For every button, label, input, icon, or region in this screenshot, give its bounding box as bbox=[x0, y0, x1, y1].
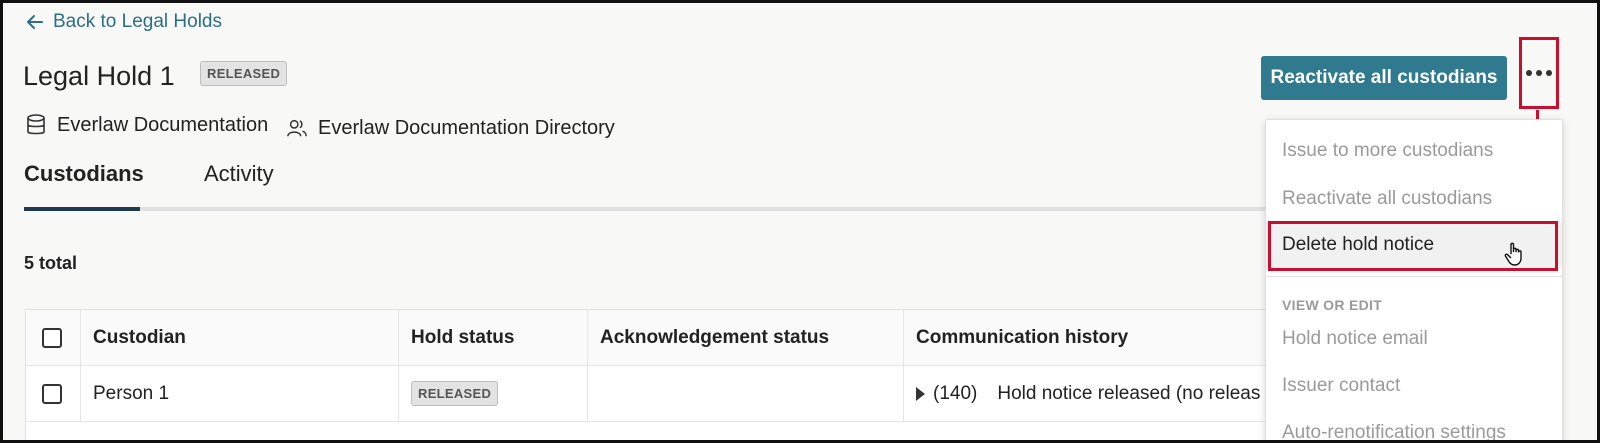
database-info: Everlaw Documentation bbox=[25, 113, 268, 137]
communication-count: (140) bbox=[933, 382, 978, 404]
status-badge: RELEASED bbox=[200, 61, 288, 86]
hold-status-cell: RELEASED bbox=[398, 366, 587, 421]
custodians-table: Custodian Hold status Acknowledgement st… bbox=[25, 309, 1285, 440]
column-header-acknowledgement-status[interactable]: Acknowledgement status bbox=[587, 310, 903, 365]
acknowledgement-status-cell bbox=[587, 366, 903, 421]
column-header-custodian[interactable]: Custodian bbox=[80, 310, 398, 365]
back-to-legal-holds-link[interactable]: Back to Legal Holds bbox=[25, 11, 222, 33]
row-checkbox-cell bbox=[26, 366, 80, 421]
row-checkbox[interactable] bbox=[42, 383, 62, 404]
reactivate-all-custodians-button[interactable]: Reactivate all custodians bbox=[1261, 56, 1507, 100]
arrow-left-icon bbox=[27, 15, 43, 29]
ellipsis-icon bbox=[1526, 70, 1552, 76]
tab-custodians[interactable]: Custodians bbox=[24, 161, 144, 187]
communication-text: Hold notice released (no releas bbox=[997, 382, 1261, 404]
column-header-hold-status[interactable]: Hold status bbox=[398, 310, 587, 365]
custodian-cell: Person 1 bbox=[80, 366, 398, 421]
menu-item-auto-renotification-settings[interactable]: Auto-renotification settings bbox=[1266, 410, 1562, 440]
menu-item-reactivate-all-custodians[interactable]: Reactivate all custodians bbox=[1266, 176, 1562, 222]
menu-section-title: VIEW OR EDIT bbox=[1282, 297, 1383, 313]
table-row: Person 1 RELEASED (140) Hold notice rele… bbox=[26, 366, 1284, 422]
menu-item-hold-notice-email[interactable]: Hold notice email bbox=[1266, 316, 1562, 362]
tab-activity[interactable]: Activity bbox=[204, 161, 274, 187]
tab-bar: Custodians Activity bbox=[24, 161, 1284, 211]
column-header-communication-history[interactable]: Communication history bbox=[903, 310, 1283, 365]
users-icon bbox=[287, 119, 307, 137]
table-header-row: Custodian Hold status Acknowledgement st… bbox=[26, 310, 1284, 366]
menu-divider bbox=[1266, 276, 1562, 277]
expand-caret-icon[interactable] bbox=[916, 386, 925, 401]
database-icon bbox=[27, 114, 45, 135]
more-actions-menu: Issue to more custodians Reactivate all … bbox=[1265, 119, 1563, 440]
hand-cursor-icon bbox=[1504, 242, 1522, 266]
select-all-checkbox[interactable] bbox=[42, 327, 62, 348]
header-checkbox-cell bbox=[26, 310, 80, 365]
back-link-label: Back to Legal Holds bbox=[53, 11, 222, 32]
page-title: Legal Hold 1 bbox=[23, 61, 175, 91]
menu-item-issuer-contact[interactable]: Issuer contact bbox=[1266, 363, 1562, 409]
more-actions-button[interactable] bbox=[1519, 37, 1559, 109]
directory-info: Everlaw Documentation Directory bbox=[286, 116, 615, 140]
database-label: Everlaw Documentation bbox=[57, 113, 269, 136]
communication-history-cell: (140) Hold notice released (no releas bbox=[903, 366, 1283, 421]
page-frame: Back to Legal Holds Legal Hold 1 RELEASE… bbox=[0, 0, 1600, 443]
menu-item-issue-to-more-custodians[interactable]: Issue to more custodians bbox=[1266, 128, 1562, 174]
total-count: 5 total bbox=[24, 253, 78, 273]
tab-rail bbox=[24, 207, 1284, 211]
active-tab-indicator bbox=[24, 207, 140, 211]
hold-status-badge: RELEASED bbox=[411, 381, 499, 406]
directory-label: Everlaw Documentation Directory bbox=[318, 116, 615, 139]
